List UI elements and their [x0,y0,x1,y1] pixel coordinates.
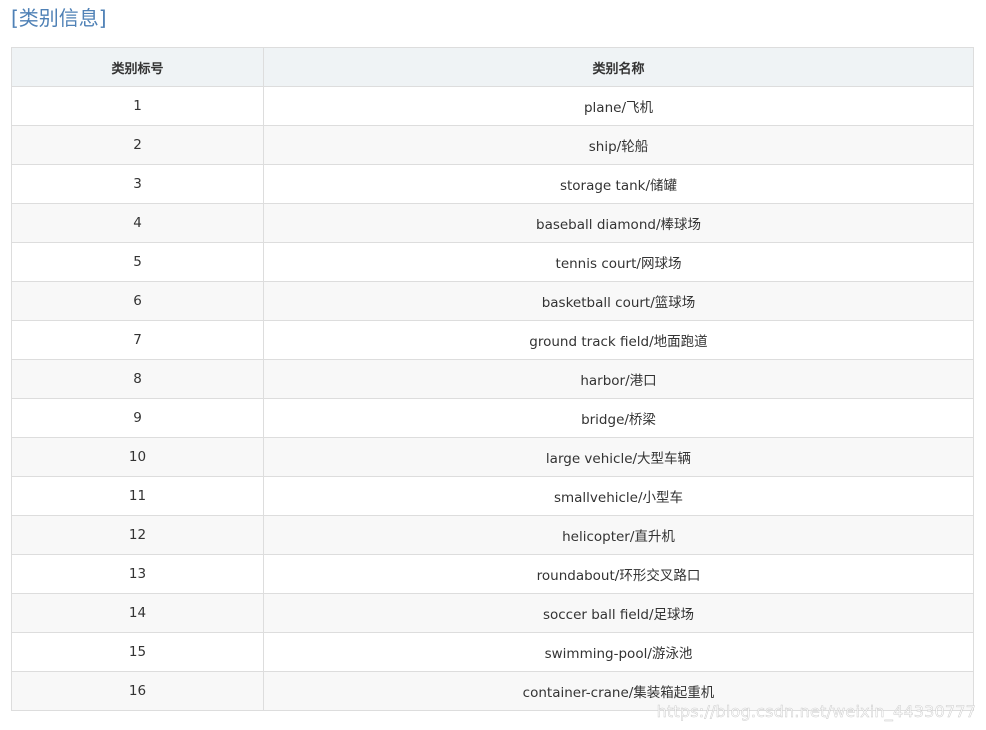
table-row: 1 plane/飞机 [11,86,974,126]
category-name-cell: roundabout/环形交叉路口 [263,554,974,594]
category-id-cell: 12 [11,515,264,555]
category-name-cell: tennis court/网球场 [263,242,974,282]
table-body: 1 plane/飞机 2 ship/轮船 3 storage tank/储罐 4… [11,86,974,711]
table-row: 9 bridge/桥梁 [11,398,974,438]
table-header: 类别标号 类别名称 [11,47,974,87]
category-name-cell: bridge/桥梁 [263,398,974,438]
column-header-name: 类别名称 [263,47,974,87]
category-id-cell: 6 [11,281,264,321]
category-id-cell: 16 [11,671,264,711]
category-name-cell: smallvehicle/小型车 [263,476,974,516]
category-id-cell: 9 [11,398,264,438]
category-name-cell: large vehicle/大型车辆 [263,437,974,477]
table-row: 8 harbor/港口 [11,359,974,399]
category-name-cell: ship/轮船 [263,125,974,165]
category-id-cell: 2 [11,125,264,165]
category-table: 类别标号 类别名称 1 plane/飞机 2 ship/轮船 3 storage… [11,47,974,711]
category-id-cell: 13 [11,554,264,594]
category-name-cell: basketball court/篮球场 [263,281,974,321]
category-name-cell: storage tank/储罐 [263,164,974,204]
table-row: 4 baseball diamond/棒球场 [11,203,974,243]
table-row: 5 tennis court/网球场 [11,242,974,282]
table-row: 15 swimming-pool/游泳池 [11,632,974,672]
category-name-cell: ground track field/地面跑道 [263,320,974,360]
category-id-cell: 3 [11,164,264,204]
table-row: 14 soccer ball field/足球场 [11,593,974,633]
category-id-cell: 11 [11,476,264,516]
table-row: 13 roundabout/环形交叉路口 [11,554,974,594]
table-row: 12 helicopter/直升机 [11,515,974,555]
category-name-cell: plane/飞机 [263,86,974,126]
table-row: 11 smallvehicle/小型车 [11,476,974,516]
category-id-cell: 7 [11,320,264,360]
table-row: 6 basketball court/篮球场 [11,281,974,321]
category-id-cell: 14 [11,593,264,633]
category-name-cell: baseball diamond/棒球场 [263,203,974,243]
table-row: 7 ground track field/地面跑道 [11,320,974,360]
table-row: 10 large vehicle/大型车辆 [11,437,974,477]
category-name-cell: soccer ball field/足球场 [263,593,974,633]
category-name-cell: harbor/港口 [263,359,974,399]
category-id-cell: 15 [11,632,264,672]
table-row: 3 storage tank/储罐 [11,164,974,204]
column-header-id: 类别标号 [11,47,264,87]
category-name-cell: helicopter/直升机 [263,515,974,555]
category-id-cell: 4 [11,203,264,243]
table-row: 2 ship/轮船 [11,125,974,165]
page: [类别信息] 类别标号 类别名称 1 plane/飞机 2 ship/轮船 3 … [0,0,986,730]
category-id-cell: 10 [11,437,264,477]
header-row: 类别标号 类别名称 [11,47,974,87]
category-id-cell: 5 [11,242,264,282]
category-id-cell: 1 [11,86,264,126]
watermark: https://blog.csdn.net/weixin_44330777 [656,702,976,722]
category-name-cell: swimming-pool/游泳池 [263,632,974,672]
category-id-cell: 8 [11,359,264,399]
section-heading: [类别信息] [11,6,107,30]
